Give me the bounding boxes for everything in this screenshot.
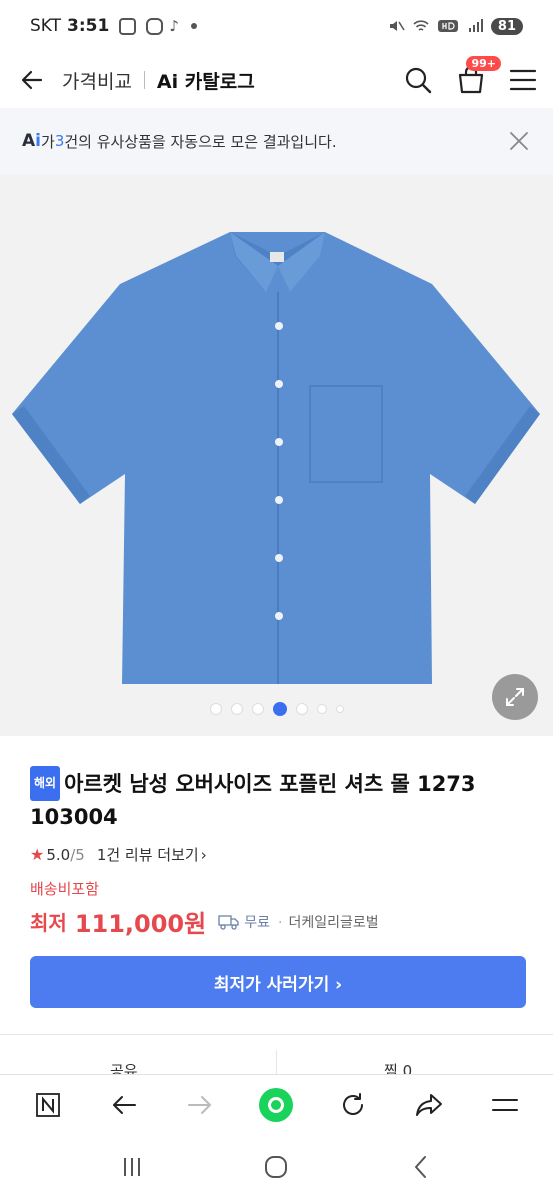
mute-icon (389, 21, 405, 31)
page-title: Ai 카탈로그 (156, 70, 255, 93)
close-icon[interactable] (507, 129, 531, 153)
share-button[interactable]: 공유 (110, 1060, 138, 1074)
gallery-dot-active[interactable] (272, 702, 287, 716)
header-divider (143, 71, 145, 89)
shipping-fee: 무료 (244, 914, 270, 931)
back-button[interactable] (16, 64, 48, 96)
app-header: 가격비교 Ai 카탈로그 99+ (0, 52, 553, 108)
overseas-badge: 해외 (30, 766, 61, 801)
share-like-bar: 공유 찜 0 (0, 1050, 553, 1074)
gallery-dot[interactable] (209, 703, 222, 715)
back-arrow-icon (21, 70, 43, 90)
expand-image-button[interactable] (492, 674, 538, 720)
product-title-text: 아르켓 남성 오버사이즈 포플린 셔츠 몰 1273 103004 (30, 772, 476, 829)
status-time: 3:51 (67, 16, 110, 36)
lowest-price: 111,000원 (74, 910, 207, 938)
similar-product-count: 3 (54, 132, 65, 150)
browser-back-button[interactable] (104, 1085, 144, 1125)
chevron-right-icon: › (200, 845, 207, 864)
search-icon[interactable] (403, 65, 433, 95)
refresh-button[interactable] (333, 1085, 373, 1125)
free-shipping: 무료 (218, 912, 270, 932)
system-navigation-bar (0, 1134, 553, 1200)
hamburger-menu-icon[interactable] (509, 68, 537, 92)
ai-notice-banner: Ai 가 3 건의 유사상품을 자동으로 모은 결과입니다. (0, 108, 553, 174)
shipping-included-label: 배송비포함 (30, 880, 100, 898)
rating-total: /5 (70, 845, 85, 864)
back-arrow-icon (113, 1095, 137, 1114)
lowest-label: 최저 (30, 911, 67, 935)
gallery-pagination (0, 702, 553, 716)
cart-button[interactable]: 99+ (455, 56, 501, 96)
banner-text-after: 건의 유사상품을 자동으로 모은 결과입니다. (64, 132, 337, 151)
home-icon[interactable] (262, 1153, 290, 1181)
cart-count-badge: 99+ (466, 56, 501, 71)
status-right: 81 (389, 17, 523, 35)
gallery-dot[interactable] (251, 703, 264, 715)
rating-value: 5.0 (46, 845, 71, 864)
rating-row: ★ 5.0 /5 1건 리뷰 더보기 › (30, 844, 530, 865)
green-dot-button[interactable] (256, 1085, 296, 1125)
seller-name: 더케일리글로벌 (278, 912, 378, 932)
ai-logo-letter-a: A (22, 131, 36, 151)
battery-indicator: 81 (490, 17, 523, 35)
review-link[interactable]: 1건 리뷰 더보기 (97, 844, 199, 865)
shirt-image (12, 232, 540, 684)
share-page-button[interactable] (409, 1085, 449, 1125)
naver-home-button[interactable] (28, 1085, 68, 1125)
like-button[interactable]: 찜 0 (384, 1060, 412, 1074)
gallery-dot[interactable] (295, 703, 308, 715)
share-icon (415, 1093, 442, 1116)
price-compare-link[interactable]: 가격비교 (62, 67, 132, 94)
product-title: 해외 아르켓 남성 오버사이즈 포플린 셔츠 몰 1273 103004 (30, 766, 530, 834)
star-icon: ★ (30, 845, 45, 864)
buy-lowest-price-button[interactable]: 최저가 사러가기 › (30, 956, 526, 1008)
recent-apps-icon[interactable] (118, 1153, 146, 1181)
delivery-truck-icon (218, 914, 239, 930)
naver-n-icon (36, 1092, 60, 1117)
refresh-icon (342, 1092, 363, 1115)
section-divider (0, 1034, 553, 1035)
product-info: 해외 아르켓 남성 오버사이즈 포플린 셔츠 몰 1273 103004 ★ 5.… (30, 766, 530, 865)
tiktok-notification-icon: ♪ (169, 17, 179, 35)
browser-toolbar (0, 1074, 553, 1134)
browser-forward-button[interactable] (180, 1085, 220, 1125)
carrier-label: SKT (30, 16, 62, 36)
green-dot-icon (259, 1087, 294, 1122)
forward-arrow-icon (188, 1095, 212, 1114)
instagram-notification-icon (146, 17, 164, 35)
ai-logo: Ai (22, 131, 41, 151)
wifi-icon (413, 20, 429, 31)
status-bar: SKT 3:51 ♪ 81 (0, 0, 553, 52)
gallery-dot[interactable] (316, 704, 327, 714)
banner-text-before: 가 (41, 132, 55, 151)
browser-menu-button[interactable] (485, 1085, 525, 1125)
more-notifications-dot (190, 23, 197, 29)
system-back-icon[interactable] (407, 1153, 435, 1181)
expand-icon (506, 688, 524, 706)
header-actions: 99+ (403, 56, 537, 96)
action-divider (276, 1050, 277, 1074)
gallery-dot[interactable] (335, 705, 344, 713)
menu-icon (491, 1098, 518, 1111)
screenshot-notification-icon (119, 17, 137, 35)
product-image-gallery[interactable] (0, 174, 553, 736)
price-row: 최저 111,000원 무료 더케일리글로벌 (30, 904, 379, 939)
hd-voice-icon (437, 20, 458, 32)
signal-icon (468, 19, 483, 32)
status-left: SKT 3:51 ♪ (30, 16, 197, 36)
gallery-dot[interactable] (230, 703, 243, 715)
